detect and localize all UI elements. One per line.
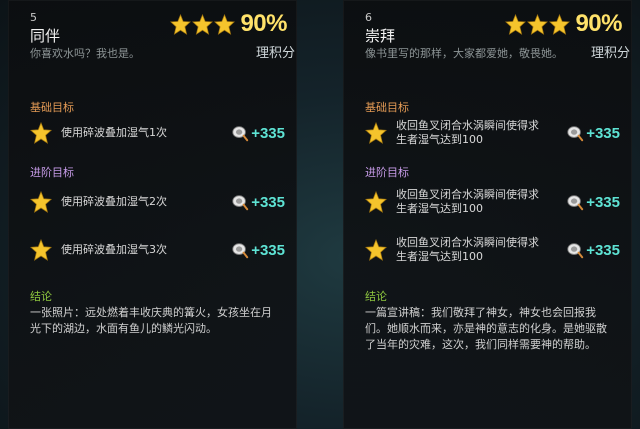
achievement-card-worship: 6 崇拜 像书里写的那样，大家都爱她，敬畏她。 90% 理积分 基础目标 收回鱼… [343,0,632,429]
star-icon [365,191,387,213]
completion-percent: 90% [575,10,622,37]
reward-value: +335 [251,241,285,259]
reward: +335 [566,193,620,211]
shell-icon [567,126,584,142]
conclusion-heading: 结论 [30,290,52,303]
goal-text: 收回鱼叉闭合水涡瞬间使得求生者湿气达到100 [396,119,539,146]
card-number: 5 [30,11,37,24]
shell-icon [232,243,249,259]
reward-value: +335 [251,124,285,142]
reward: +335 [231,241,285,259]
basic-goals-heading: 基础目标 [30,101,74,114]
reward-value: +335 [586,124,620,142]
goal-text: 使用碎波叠加湿气1次 [61,126,167,139]
basic-goals-heading: 基础目标 [365,101,409,114]
reward: +335 [231,124,285,142]
goal-text: 使用碎波叠加湿气3次 [61,243,167,256]
star-icon [365,122,387,144]
reward: +335 [566,124,620,142]
card-title: 崇拜 [365,27,396,45]
shell-icon [567,243,584,259]
conclusion-text: 一张照片：远处燃着丰收庆典的篝火，女孩坐在月光下的湖边，水面有鱼儿的鳞光闪动。 [30,306,272,335]
conclusion-heading: 结论 [365,290,387,303]
goal-row: 收回鱼叉闭合水涡瞬间使得求生者湿气达到100 +335 [365,235,620,265]
card-description: 你喜欢水吗？我也是。 [30,47,140,60]
conclusion-text: 一篇宣讲稿：我们敬拜了神女，神女也会回报我们。她顺水而来，亦是神的意志的化身。是… [365,306,607,351]
completion-percent: 90% [240,10,287,37]
shell-icon [232,126,249,142]
card-number: 6 [365,11,372,24]
achievement-card-companion: 5 同伴 你喜欢水吗？我也是。 90% 理积分 基础目标 使用碎波叠加湿气1次 … [8,0,297,429]
star-icon [30,122,52,144]
shell-icon [567,195,584,211]
advanced-goals-heading: 进阶目标 [30,166,74,179]
shell-icon [232,195,249,211]
reward: +335 [566,241,620,259]
goal-row: 使用碎波叠加湿气2次 +335 [30,187,285,217]
card-title: 同伴 [30,27,61,45]
goal-row: 收回鱼叉闭合水涡瞬间使得求生者湿气达到100 +335 [365,118,620,148]
reward: +335 [231,193,285,211]
star-icon [365,239,387,261]
card-description: 像书里写的那样，大家都爱她，敬畏她。 [365,47,563,60]
star-icon [192,13,214,35]
star-icon [30,191,52,213]
star-icon [549,13,571,35]
goal-row: 收回鱼叉闭合水涡瞬间使得求生者湿气达到100 +335 [365,187,620,217]
star-icon [505,13,527,35]
goal-text: 收回鱼叉闭合水涡瞬间使得求生者湿气达到100 [396,188,539,215]
goal-row: 使用碎波叠加湿气1次 +335 [30,118,285,148]
star-rating: 90% [170,10,287,38]
score-label: 理积分 [255,46,295,61]
star-icon [527,13,549,35]
star-rating: 90% [505,10,622,38]
star-icon [214,13,236,35]
score-label: 理积分 [590,46,630,61]
goal-row: 使用碎波叠加湿气3次 +335 [30,235,285,265]
goal-text: 使用碎波叠加湿气2次 [61,195,167,208]
goal-text: 收回鱼叉闭合水涡瞬间使得求生者湿气达到100 [396,236,539,263]
star-icon [30,239,52,261]
advanced-goals-heading: 进阶目标 [365,166,409,179]
reward-value: +335 [586,241,620,259]
star-icon [170,13,192,35]
reward-value: +335 [586,193,620,211]
reward-value: +335 [251,193,285,211]
